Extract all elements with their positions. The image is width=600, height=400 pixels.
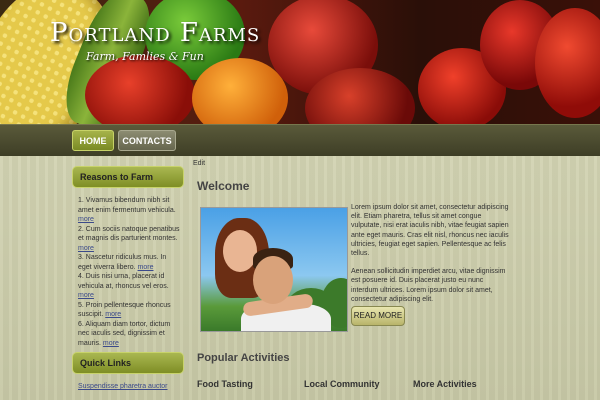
- quick-links-title: Quick Links: [72, 352, 184, 374]
- quick-links-box: Quick Links Suspendisse pharetra auctor: [72, 352, 184, 390]
- content-area: Reasons to Farm 1. Vivamus bibendum nibh…: [0, 156, 600, 400]
- activity-more-activities[interactable]: More Activities: [413, 379, 477, 389]
- couple-photo: [200, 207, 348, 332]
- reason-item: 2. Cum sociis natoque penatibus et magni…: [78, 225, 180, 254]
- intro-text: Lorem ipsum dolor sit amet, consectetur …: [351, 203, 511, 304]
- popular-activities-heading: Popular Activities: [197, 352, 290, 364]
- reason-text: 1. Vivamus bibendum nibh sit amet enim f…: [78, 197, 176, 214]
- nav-home-button[interactable]: HOME: [72, 130, 114, 151]
- reason-item: 5. Proin pellentesque rhoncus suscipit. …: [78, 301, 180, 320]
- more-link[interactable]: more: [78, 216, 94, 223]
- reason-item: 1. Vivamus bibendum nibh sit amet enim f…: [78, 196, 180, 225]
- more-link[interactable]: more: [138, 264, 154, 271]
- reasons-title: Reasons to Farm: [72, 166, 184, 188]
- site-branding: Portland Farms Farm, Famlies & Fun: [50, 18, 260, 63]
- read-more-button[interactable]: READ MORE: [351, 306, 405, 326]
- main-nav: HOME CONTACTS: [0, 124, 600, 156]
- reason-text: 2. Cum sociis natoque penatibus et magni…: [78, 225, 180, 243]
- site-subtitle: Farm, Famlies & Fun: [86, 50, 204, 63]
- reason-text: 5. Proin pellentesque rhoncus suscipit.: [78, 301, 171, 319]
- reason-text: 6. Aliquam diam tortor, dictum nec iacul…: [78, 320, 171, 347]
- header-banner: Portland Farms Farm, Famlies & Fun: [0, 0, 600, 124]
- activity-food-tasting[interactable]: Food Tasting: [197, 379, 253, 389]
- edit-link[interactable]: Edit: [193, 160, 205, 167]
- face-shape: [253, 256, 293, 304]
- reason-item: 6. Aliquam diam tortor, dictum nec iacul…: [78, 320, 180, 349]
- more-link[interactable]: more: [78, 292, 94, 299]
- quick-link[interactable]: Suspendisse pharetra auctor: [78, 383, 180, 390]
- nav-contacts-button[interactable]: CONTACTS: [118, 130, 176, 151]
- welcome-heading: Welcome: [197, 179, 250, 193]
- quick-links-list: Suspendisse pharetra auctor: [72, 374, 184, 390]
- reason-item: 4. Duis nisi urna, placerat id vehicula …: [78, 272, 180, 301]
- more-link[interactable]: more: [78, 245, 94, 252]
- intro-paragraph-2: Aenean sollicitudin imperdiet arcu, vita…: [351, 268, 506, 303]
- more-link[interactable]: more: [105, 311, 121, 318]
- more-link[interactable]: more: [103, 340, 119, 347]
- site-title[interactable]: Portland Farms: [50, 18, 260, 48]
- man-figure: [241, 248, 331, 331]
- intro-paragraph-1: Lorem ipsum dolor sit amet, consectetur …: [351, 204, 509, 258]
- reasons-box: Reasons to Farm 1. Vivamus bibendum nibh…: [72, 166, 184, 347]
- reasons-list: 1. Vivamus bibendum nibh sit amet enim f…: [72, 188, 184, 347]
- reason-text: 4. Duis nisi urna, placerat id vehicula …: [78, 273, 169, 290]
- reason-item: 3. Nascetur ridiculus mus. In eget viver…: [78, 253, 180, 272]
- tomato-image-3: [535, 8, 600, 118]
- activity-local-community[interactable]: Local Community: [304, 379, 380, 389]
